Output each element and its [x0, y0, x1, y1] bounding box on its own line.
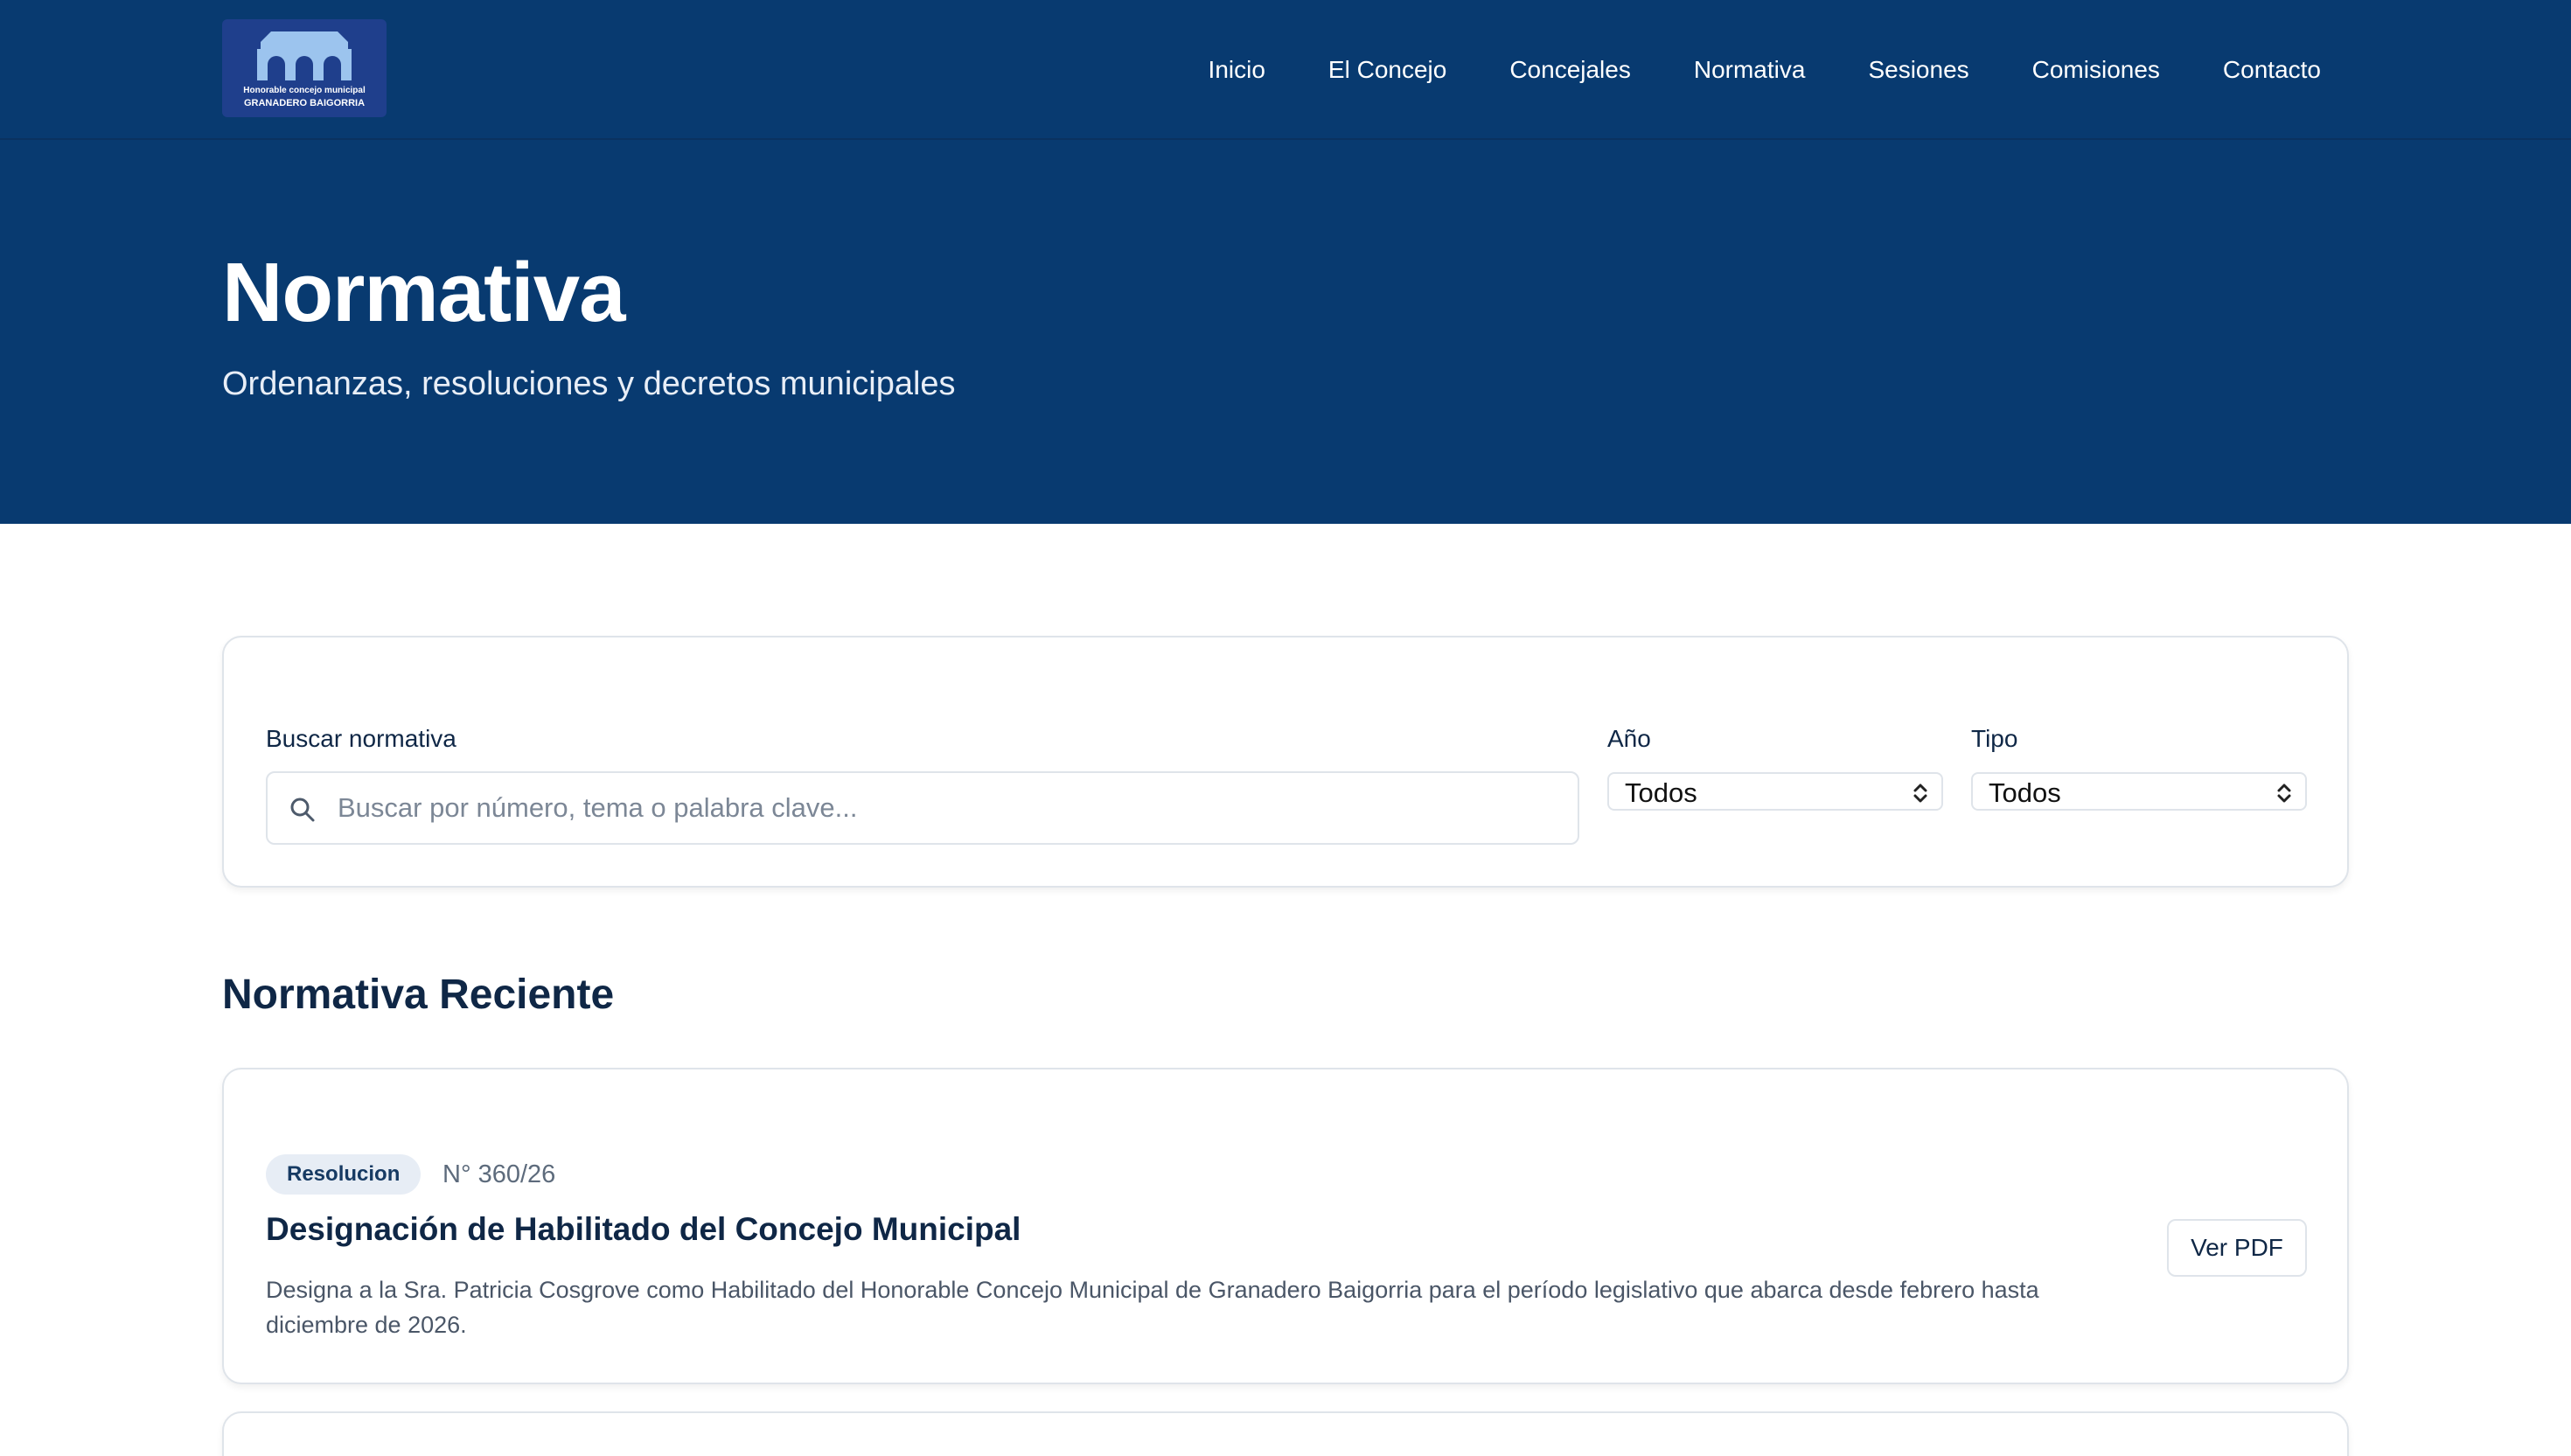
search-input[interactable] — [338, 775, 1562, 841]
document-title[interactable]: Designación de Habilitado del Concejo Mu… — [266, 1211, 1021, 1248]
main-nav: Inicio El Concejo Concejales Normativa S… — [1146, 52, 2321, 87]
year-label: Año — [1607, 725, 1651, 752]
page-subtitle: Ordenanzas, resoluciones y decretos muni… — [222, 366, 956, 402]
site-header: Honorable concejo municipal GRANADERO BA… — [0, 0, 2571, 140]
nav-item-concejales[interactable]: Concejales — [1509, 52, 1631, 87]
search-icon — [290, 798, 315, 822]
logo-text-line2: GRANADERO BAIGORRIA — [243, 98, 366, 108]
page-title: Normativa — [222, 246, 625, 339]
year-select[interactable]: Todos — [1607, 772, 1943, 811]
document-number: N° 360/26 — [442, 1160, 556, 1188]
type-select[interactable]: Todos — [1971, 772, 2307, 811]
list-item — [222, 1411, 2349, 1456]
nav-item-el-concejo[interactable]: El Concejo — [1328, 52, 1446, 87]
list-item: Resolucion N° 360/26 Designación de Habi… — [222, 1068, 2349, 1384]
nav-item-contacto[interactable]: Contacto — [2223, 52, 2321, 87]
filter-card: Buscar normativa Año Todos Tipo Todos — [222, 636, 2349, 888]
council-logo[interactable]: Honorable concejo municipal GRANADERO BA… — [222, 19, 387, 117]
chevron-updown-icon — [1913, 784, 1927, 803]
search-label: Buscar normativa — [266, 725, 456, 752]
search-field[interactable] — [266, 771, 1579, 845]
view-pdf-button[interactable]: Ver PDF — [2167, 1219, 2307, 1277]
type-label: Tipo — [1971, 725, 2018, 752]
council-building-icon — [257, 31, 352, 80]
nav-item-comisiones[interactable]: Comisiones — [2032, 52, 2160, 87]
nav-item-normativa[interactable]: Normativa — [1694, 52, 1806, 87]
chevron-updown-icon — [2277, 784, 2291, 803]
nav-item-sesiones[interactable]: Sesiones — [1868, 52, 1968, 87]
section-title: Normativa Reciente — [222, 972, 615, 1018]
year-select-value: Todos — [1625, 777, 1697, 808]
document-description: Designa a la Sra. Patricia Cosgrove como… — [266, 1277, 2039, 1338]
hero-banner: Normativa Ordenanzas, resoluciones y dec… — [0, 140, 2571, 524]
logo-text-line1: Honorable concejo municipal — [243, 86, 366, 95]
nav-item-inicio[interactable]: Inicio — [1209, 52, 1265, 87]
type-badge: Resolucion — [266, 1154, 422, 1195]
type-select-value: Todos — [1989, 777, 2061, 808]
